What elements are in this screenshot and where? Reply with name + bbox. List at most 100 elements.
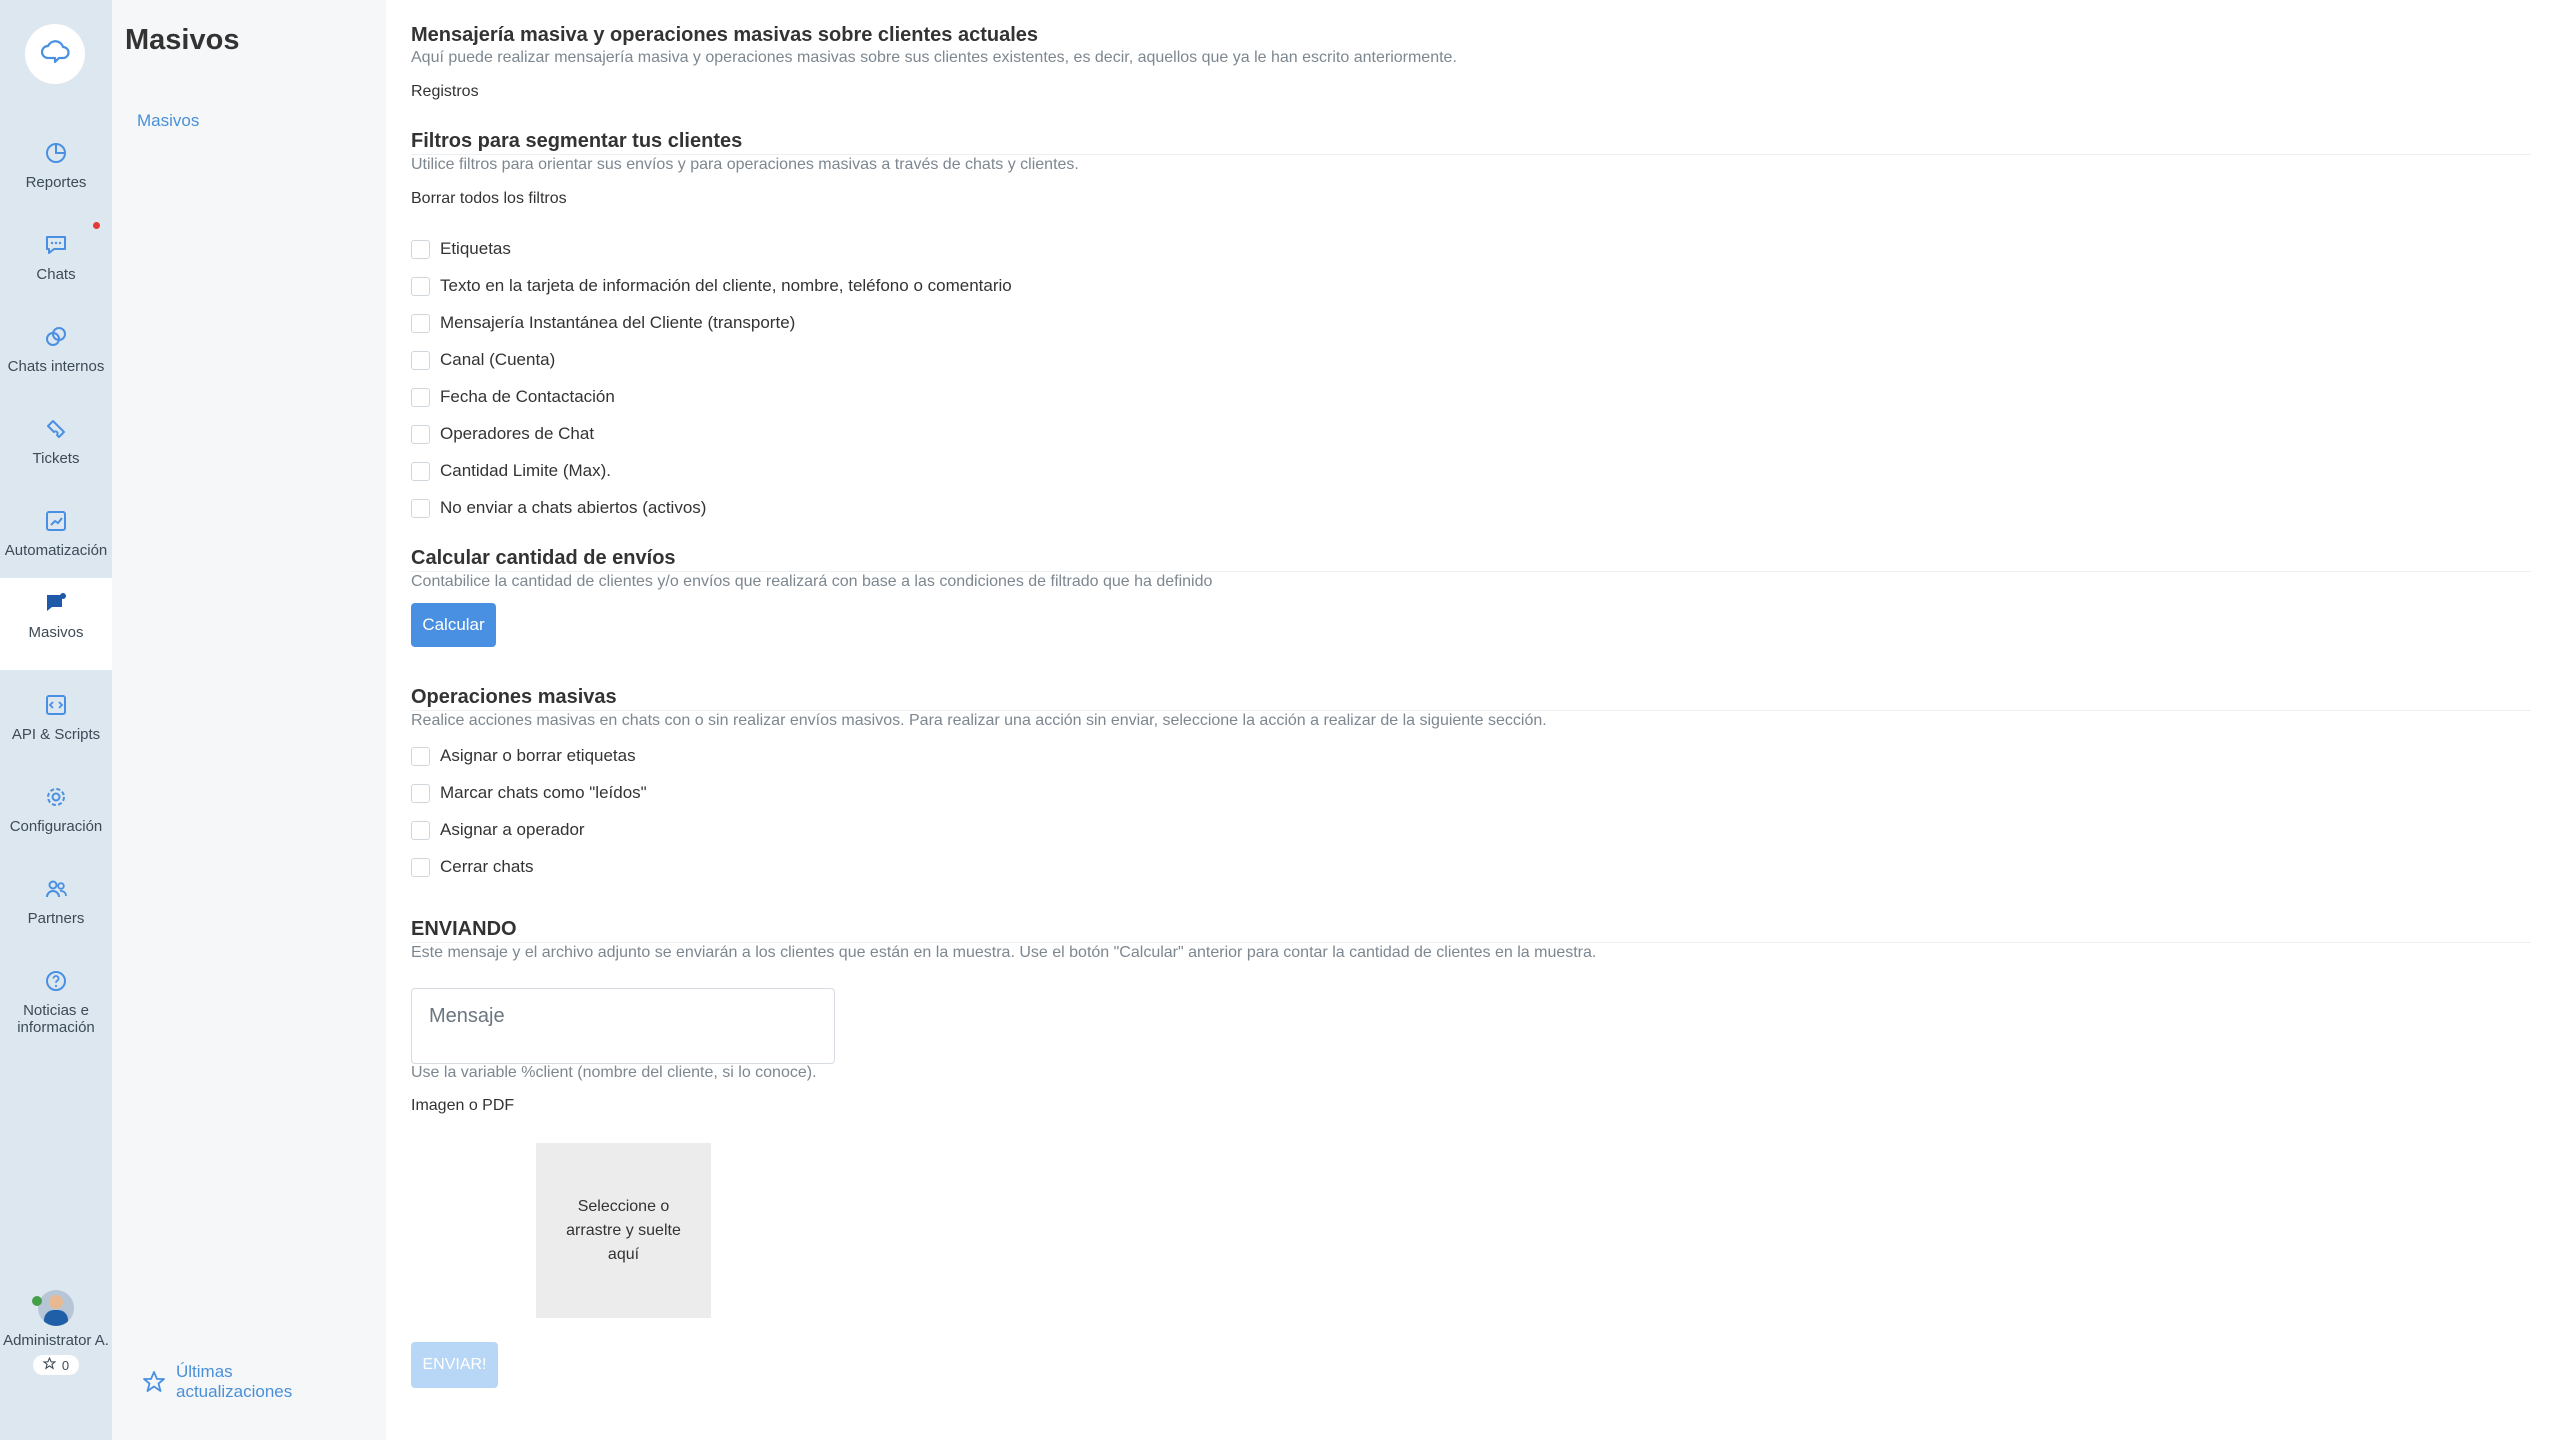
cloud-chat-logo-icon	[38, 35, 72, 74]
rail-item-reportes[interactable]: Reportes	[0, 128, 112, 220]
partners-icon	[43, 876, 69, 902]
chat-bubble-icon	[43, 232, 69, 258]
checkbox[interactable]	[411, 313, 430, 333]
registros-link[interactable]: Registros	[411, 83, 479, 101]
section-panel: Masivos Masivos Últimas actualizaciones	[112, 0, 386, 1440]
divider	[411, 154, 2531, 155]
app-logo[interactable]	[25, 24, 85, 84]
internal-chats-icon	[43, 324, 69, 350]
rail-label: Partners	[27, 910, 85, 927]
checkbox[interactable]	[411, 857, 430, 877]
filter-operadores[interactable]: Operadores de Chat	[411, 424, 594, 444]
filter-label: Mensajería Instantánea del Cliente (tran…	[440, 313, 796, 332]
calcular-button[interactable]: Calcular	[411, 603, 496, 647]
rating-badge[interactable]: 0	[32, 1355, 80, 1375]
filter-label: Texto en la tarjeta de información del c…	[440, 276, 1012, 295]
filters-subtitle: Utilice filtros para orientar sus envíos…	[411, 156, 1079, 173]
rail-item-masivos[interactable]: Masivos	[0, 578, 112, 670]
rail-label: Noticias e información	[17, 1002, 95, 1036]
op-asignar-operador[interactable]: Asignar a operador	[411, 820, 585, 840]
clear-filters-link[interactable]: Borrar todos los filtros	[411, 190, 567, 208]
op-cerrar-chats[interactable]: Cerrar chats	[411, 857, 534, 877]
avatar[interactable]	[38, 1290, 74, 1326]
divider	[411, 942, 2531, 943]
rail-label: Masivos	[28, 624, 84, 641]
filter-label: Canal (Cuenta)	[440, 350, 556, 369]
unread-dot	[93, 222, 100, 229]
filter-texto[interactable]: Texto en la tarjeta de información del c…	[411, 276, 1012, 296]
filter-label: Operadores de Chat	[440, 424, 595, 443]
updates-label-line1: Últimas	[176, 1362, 233, 1381]
panel-title: Masivos	[125, 24, 240, 56]
panel-link-masivos[interactable]: Masivos	[137, 111, 199, 131]
filter-no-enviar[interactable]: No enviar a chats abiertos (activos)	[411, 498, 706, 518]
filter-label: Fecha de Contactación	[440, 387, 615, 406]
star-icon	[42, 1356, 57, 1373]
rail-item-chats-internos[interactable]: Chats internos	[0, 312, 112, 404]
checkbox[interactable]	[411, 820, 430, 840]
rail-item-configuracion[interactable]: Configuración	[0, 772, 112, 864]
rail-item-noticias[interactable]: Noticias e información	[0, 956, 112, 1066]
pie-chart-icon	[43, 140, 69, 166]
ops-title: Operaciones masivas	[411, 686, 617, 708]
checkbox[interactable]	[411, 461, 430, 481]
filter-label: Etiquetas	[440, 239, 511, 258]
rail-item-partners[interactable]: Partners	[0, 864, 112, 956]
file-dropzone[interactable]: Seleccione o arrastre y suelte aquí	[536, 1143, 711, 1318]
send-button: ENVIAR!	[411, 1342, 498, 1388]
rail-label: Tickets	[32, 450, 80, 467]
rail-item-automatizacion[interactable]: Automatización	[0, 496, 112, 588]
scrollbar[interactable]	[2548, 0, 2560, 1440]
automation-icon	[43, 508, 69, 534]
nav-rail: Reportes Chats Chats internos Tickets Au…	[0, 0, 112, 1440]
filter-canal[interactable]: Canal (Cuenta)	[411, 350, 555, 370]
op-label: Marcar chats como "leídos"	[440, 783, 647, 802]
online-status-dot	[32, 1296, 42, 1306]
code-icon	[43, 692, 69, 718]
rail-label: API & Scripts	[11, 726, 101, 743]
filter-fecha[interactable]: Fecha de Contactación	[411, 387, 615, 407]
checkbox[interactable]	[411, 783, 430, 803]
filters-title: Filtros para segmentar tus clientes	[411, 130, 743, 152]
updates-label-line2: actualizaciones	[176, 1382, 293, 1401]
user-profile[interactable]: Administrator A. 0	[0, 1290, 112, 1375]
send-title: ENVIANDO	[411, 918, 517, 940]
variable-hint: Use la variable %client (nombre del clie…	[411, 1064, 817, 1081]
filter-cantidad[interactable]: Cantidad Limite (Max).	[411, 461, 611, 481]
help-icon	[43, 968, 69, 994]
op-label: Cerrar chats	[440, 857, 534, 876]
checkbox[interactable]	[411, 746, 430, 766]
main-content: Mensajería masiva y operaciones masivas …	[411, 0, 2531, 1440]
rail-label: Chats	[36, 266, 76, 283]
rail-item-tickets[interactable]: Tickets	[0, 404, 112, 496]
latest-updates-link[interactable]: Últimas actualizaciones	[142, 1362, 292, 1402]
ops-subtitle: Realice acciones masivas en chats con o …	[411, 712, 1547, 729]
checkbox[interactable]	[411, 350, 430, 370]
checkbox[interactable]	[411, 498, 430, 518]
divider	[411, 710, 2531, 711]
star-outline-icon	[142, 1362, 166, 1399]
page-title: Mensajería masiva y operaciones masivas …	[411, 24, 1039, 46]
send-subtitle: Este mensaje y el archivo adjunto se env…	[411, 944, 1597, 961]
mass-message-icon	[43, 590, 69, 616]
op-etiquetas[interactable]: Asignar o borrar etiquetas	[411, 746, 636, 766]
filter-etiquetas[interactable]: Etiquetas	[411, 239, 511, 259]
filter-label: No enviar a chats abiertos (activos)	[440, 498, 707, 517]
message-placeholder: Mensaje	[429, 1005, 505, 1027]
rail-item-chats[interactable]: Chats	[0, 220, 112, 312]
calc-subtitle: Contabilice la cantidad de clientes y/o …	[411, 573, 1213, 590]
message-input[interactable]: Mensaje	[411, 988, 835, 1064]
op-marcar-leidos[interactable]: Marcar chats como "leídos"	[411, 783, 647, 803]
rail-item-api-scripts[interactable]: API & Scripts	[0, 680, 112, 772]
star-count: 0	[61, 1357, 70, 1373]
gear-icon	[43, 784, 69, 810]
rail-label: Configuración	[9, 818, 103, 835]
page-subtitle: Aquí puede realizar mensajería masiva y …	[411, 49, 1457, 66]
checkbox[interactable]	[411, 239, 430, 259]
attach-label: Imagen o PDF	[411, 1097, 515, 1114]
checkbox[interactable]	[411, 387, 430, 407]
ticket-icon	[43, 416, 69, 442]
checkbox[interactable]	[411, 276, 430, 296]
filter-mensajeria[interactable]: Mensajería Instantánea del Cliente (tran…	[411, 313, 795, 333]
checkbox[interactable]	[411, 424, 430, 444]
